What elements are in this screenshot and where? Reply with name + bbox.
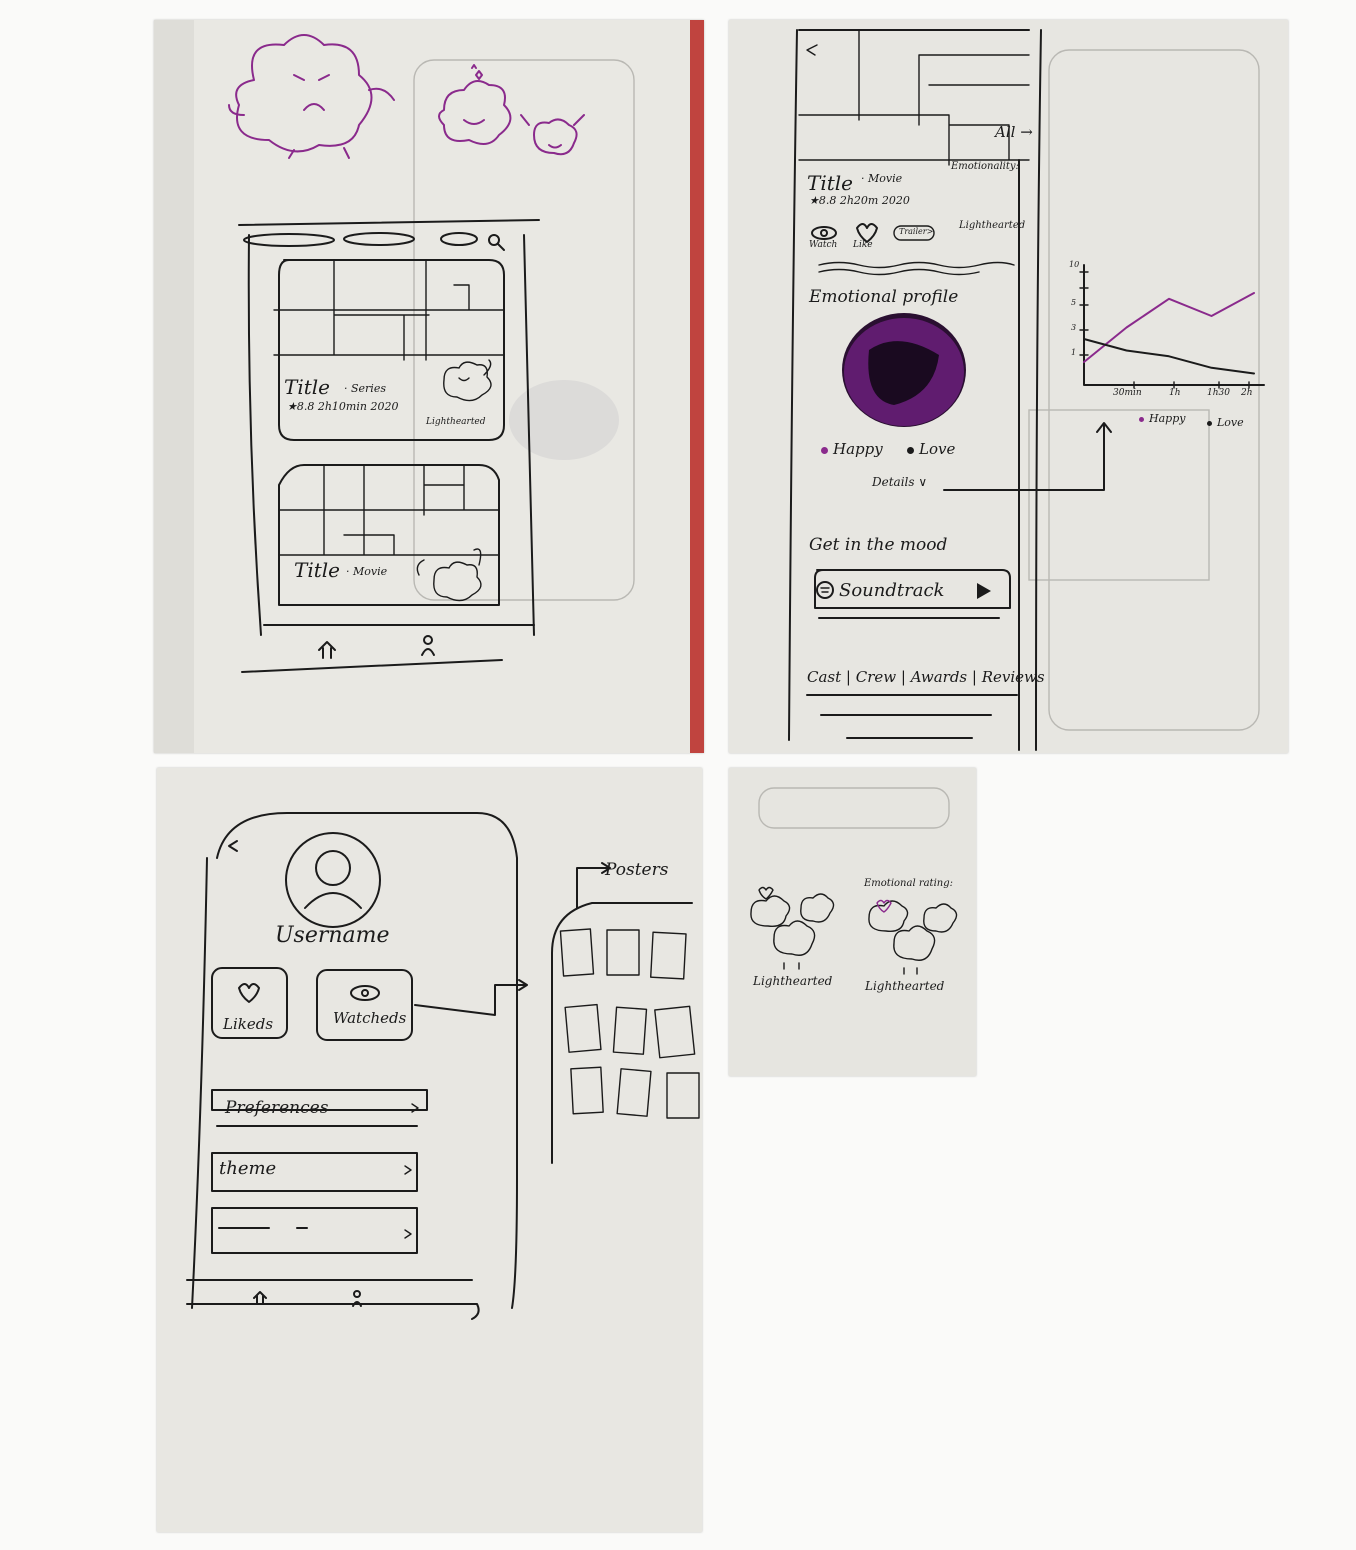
detail-type: · Movie <box>861 172 903 185</box>
avatar <box>285 832 381 928</box>
chart-legend-love-text: Love <box>1217 416 1244 429</box>
card1-title: Title <box>284 375 331 399</box>
like-label[interactable]: Like <box>853 240 873 250</box>
soundtrack-label[interactable]: Soundtrack <box>839 580 944 601</box>
cloud-group-right-icon <box>868 899 958 975</box>
back-arrow-icon <box>228 840 238 852</box>
watcheds-button[interactable]: Watcheds <box>333 1009 406 1027</box>
legend-love-text: Love <box>919 440 956 458</box>
eye-icon <box>350 985 380 1001</box>
card1-mood: Lighthearted <box>426 417 486 427</box>
menu-theme[interactable]: theme <box>219 1158 276 1179</box>
y-tick: 3 <box>1071 323 1077 332</box>
details-toggle[interactable]: Details ∨ <box>872 475 927 489</box>
x-tick: 1h30 <box>1207 388 1230 398</box>
username: Username <box>275 923 390 948</box>
watch-icon <box>811 226 837 240</box>
legend-happy: Happy <box>821 440 883 458</box>
heart-icon <box>238 983 260 1003</box>
tab-cast[interactable]: Cast <box>807 668 841 686</box>
cloud-character-happy-icon <box>520 114 585 156</box>
home-icon <box>318 641 336 659</box>
user-icon <box>421 635 435 656</box>
tab-crew[interactable]: Crew <box>856 668 896 686</box>
series-love-line <box>1083 338 1255 375</box>
card2-type: · Movie <box>346 565 388 578</box>
sketch-home-screen: Title · Series ★8.8 2h10min 2020 Lighthe… <box>154 20 704 753</box>
x-tick: 2h <box>1241 388 1253 398</box>
sketch-mood-characters: Lighthearted Emotional rating: Lighthear… <box>729 768 976 1076</box>
legend-dot-love <box>907 446 914 454</box>
legend-dot-happy <box>821 446 828 454</box>
card1-type: · Series <box>344 382 386 395</box>
card1-meta: ★8.8 2h10min 2020 <box>287 400 399 413</box>
get-in-mood-heading: Get in the mood <box>809 535 948 555</box>
cloud-character-love-icon <box>438 64 512 145</box>
music-icon <box>816 581 834 599</box>
chart-legend-happy-text: Happy <box>1149 412 1186 425</box>
legend-happy-text: Happy <box>833 440 883 458</box>
emotional-profile-heading: Emotional profile <box>809 287 959 307</box>
detail-mood: Lighthearted <box>959 220 1026 231</box>
likeds-button[interactable]: Likeds <box>223 1015 273 1033</box>
search-icon <box>488 234 505 251</box>
detail-tabs: Cast | Crew | Awards | Reviews <box>807 668 1045 686</box>
all-link[interactable]: All → <box>995 123 1033 141</box>
sketch-detail-screen: All → Title · Movie ★8.8 2h20m 2020 Emot… <box>729 20 1288 753</box>
watch-label[interactable]: Watch <box>809 240 837 250</box>
trailer-button[interactable]: Trailer> <box>899 227 933 236</box>
chart-legend-happy: Happy <box>1139 412 1185 425</box>
cloud-character-sad-icon <box>228 34 395 159</box>
legend-love: Love <box>907 440 955 458</box>
series-happy-line <box>1083 292 1255 363</box>
chart-legend-love: Love <box>1207 416 1244 429</box>
menu-preferences[interactable]: Preferences <box>225 1098 328 1118</box>
tab-awards[interactable]: Awards <box>911 668 967 686</box>
emotion-line-chart <box>1079 264 1265 389</box>
y-tick: 10 <box>1069 260 1080 269</box>
emotionality-label: Emotionality: <box>951 161 1019 172</box>
x-tick: 1h <box>1169 388 1181 398</box>
x-tick: 30min <box>1113 388 1142 398</box>
posters-label: Posters <box>605 860 669 880</box>
tab-reviews[interactable]: Reviews <box>982 668 1045 686</box>
y-tick: 1 <box>1071 348 1077 357</box>
detail-title: Title <box>807 171 854 195</box>
cloud-group-left-icon <box>750 886 835 970</box>
home-icon <box>253 1291 267 1305</box>
chart-legend-dot-love <box>1207 420 1212 426</box>
card2-title: Title <box>294 558 341 582</box>
sketch-profile-screen: Username Likeds Watcheds Preferences the… <box>157 768 702 1532</box>
emotional-rating-label: Emotional rating: <box>864 878 953 889</box>
chart-legend-dot-happy <box>1139 416 1144 422</box>
play-icon <box>977 583 991 599</box>
mood-label-left: Lighthearted <box>753 974 833 988</box>
detail-meta: ★8.8 2h20m 2020 <box>809 194 910 207</box>
y-tick: 5 <box>1071 298 1077 307</box>
mood-label-right: Lighthearted <box>865 979 945 993</box>
